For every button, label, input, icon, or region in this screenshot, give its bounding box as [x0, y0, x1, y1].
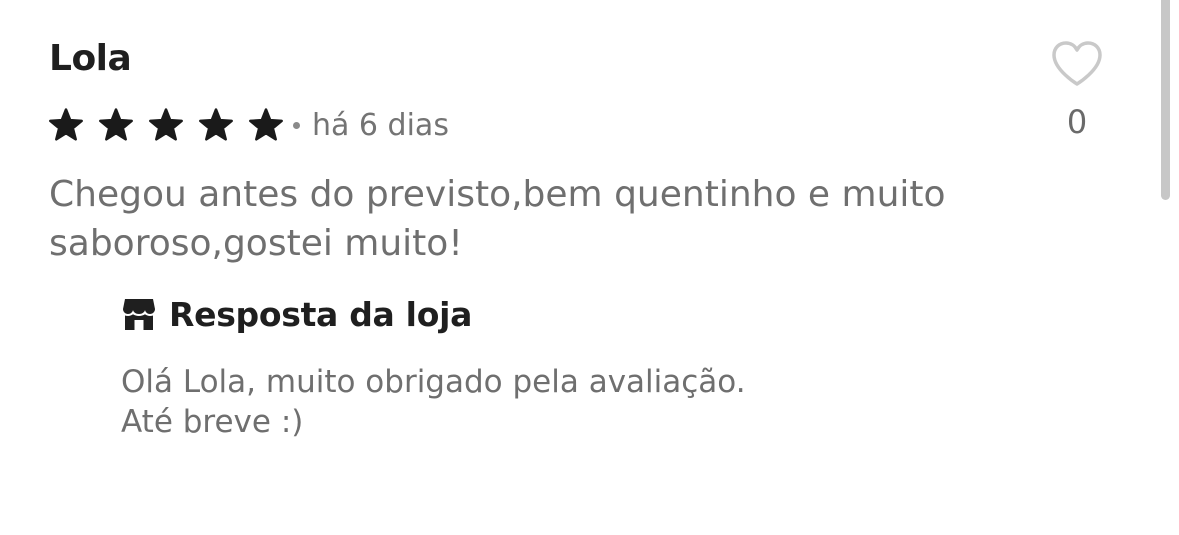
- review-author: Lola: [49, 38, 132, 79]
- store-reply-header: Resposta da loja: [121, 288, 1021, 340]
- star-icon: [249, 108, 283, 141]
- like-count: 0: [1066, 103, 1088, 141]
- store-reply-title: Resposta da loja: [169, 294, 473, 334]
- heart-icon: [1052, 41, 1102, 86]
- scrollbar[interactable]: [1161, 0, 1170, 200]
- like-button[interactable]: [1050, 40, 1104, 88]
- review-comment: Chegou antes do previsto,bem quentinho e…: [49, 174, 946, 264]
- star-icon: [149, 108, 183, 141]
- store-icon: [123, 299, 155, 330]
- star-icon: [99, 108, 133, 141]
- review-time: há 6 dias: [312, 107, 449, 143]
- rating-row: há 6 dias: [49, 101, 449, 149]
- star-icon: [199, 108, 233, 141]
- separator-dot: [293, 121, 300, 129]
- star-rating: [49, 108, 293, 142]
- store-reply-text: Olá Lola, muito obrigado pela avaliação.…: [121, 364, 746, 440]
- review-card: Lola há 6 dias 0 Chegou antes do previst…: [0, 0, 1179, 535]
- star-icon: [49, 108, 83, 141]
- store-reply: Resposta da loja Olá Lola, muito obrigad…: [121, 288, 1021, 442]
